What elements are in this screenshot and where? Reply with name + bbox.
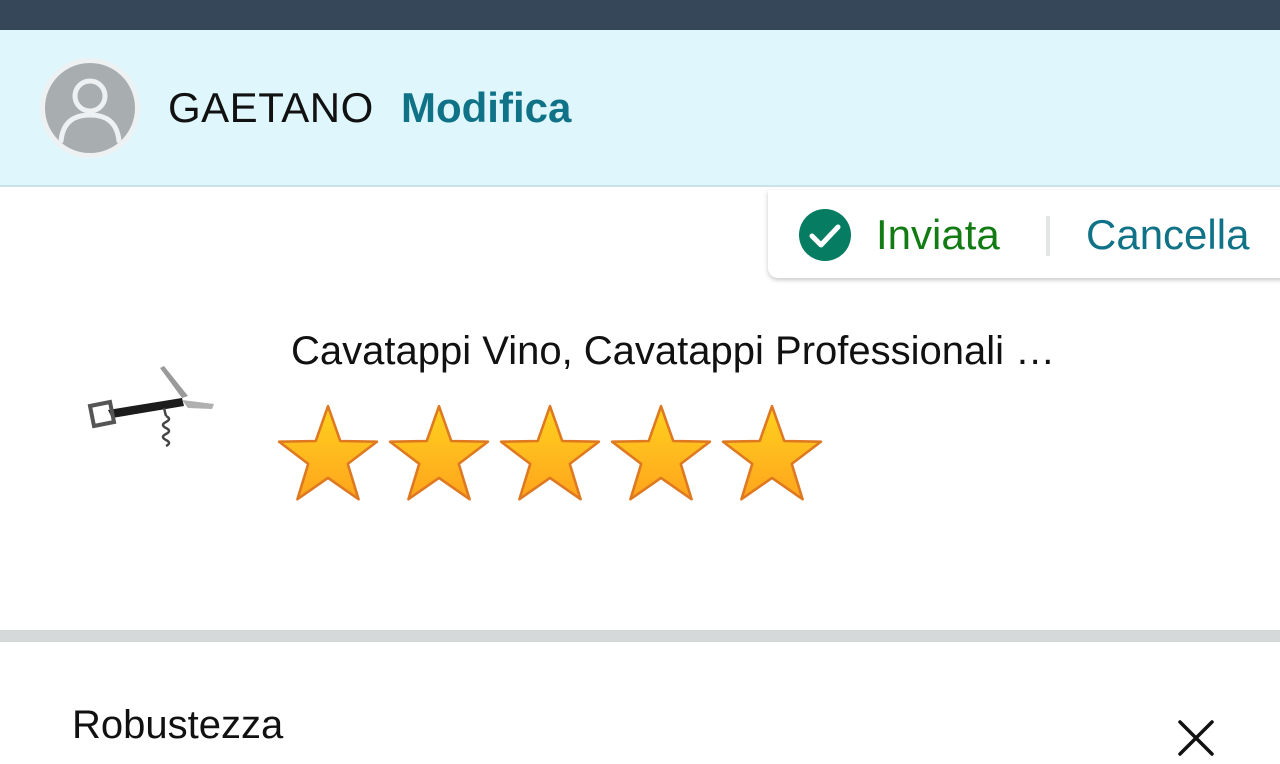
edit-profile-link[interactable]: Modifica bbox=[401, 82, 571, 134]
user-avatar-icon bbox=[58, 78, 122, 144]
section-separator bbox=[0, 630, 1280, 642]
cancel-review-link[interactable]: Cancella bbox=[1086, 210, 1249, 260]
product-title[interactable]: Cavatappi Vino, Cavatappi Professionali … bbox=[291, 325, 1191, 377]
avatar[interactable] bbox=[40, 58, 140, 158]
sent-status-label: Inviata bbox=[876, 211, 1000, 258]
close-icon[interactable] bbox=[1170, 712, 1222, 764]
corkscrew-image[interactable] bbox=[82, 360, 222, 460]
review-status-chip: Inviata Cancella bbox=[768, 190, 1280, 278]
star-icon[interactable] bbox=[720, 402, 824, 506]
status-bar bbox=[0, 0, 1280, 30]
star-rating[interactable] bbox=[276, 402, 836, 502]
profile-header: GAETANO Modifica bbox=[0, 30, 1280, 187]
star-icon[interactable] bbox=[276, 402, 380, 506]
star-icon[interactable] bbox=[387, 402, 491, 506]
status-divider bbox=[1046, 216, 1050, 256]
check-circle-icon bbox=[799, 209, 851, 261]
star-icon[interactable] bbox=[609, 402, 713, 506]
star-icon[interactable] bbox=[498, 402, 602, 506]
user-name: GAETANO bbox=[168, 84, 374, 131]
